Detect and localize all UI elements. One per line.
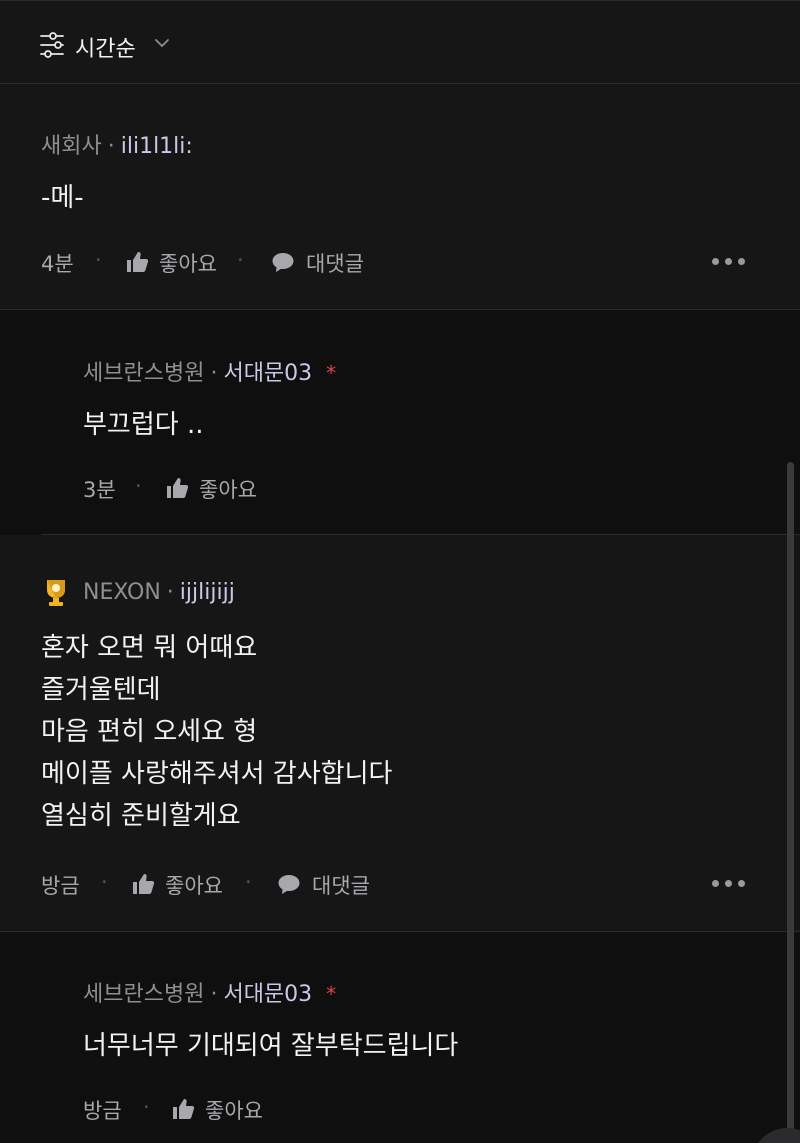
company-name: 세브란스병원 (83, 982, 205, 1007)
separator-dot: · (166, 580, 174, 605)
separator-dot: · (107, 134, 115, 159)
author-star: * (326, 982, 337, 1006)
speech-bubble-icon[interactable] (271, 250, 295, 274)
comment-text: 혼자 오면 뭐 어때요 즐거울텐데 마음 편히 오세요 형 메이플 사랑해주셔서… (41, 633, 393, 831)
comment-author: 새회사 · ili1l1li: (41, 128, 193, 160)
thumbs-up-icon[interactable] (171, 1097, 195, 1121)
like-button[interactable]: 좋아요 (159, 248, 217, 278)
comment-item: NEXON · ijjlijijj 혼자 오면 뭐 어때요 즐거울텐데 마음 편히 … (0, 535, 800, 932)
comment-text: 부끄럽다 .. (83, 410, 204, 440)
separator-dot: · (143, 1095, 150, 1119)
comment-item: 새회사 · ili1l1li: -메- 4분 · 좋아요 · 대댓글 (0, 84, 800, 310)
separator-dot: · (210, 361, 218, 386)
comment-actions: 방금 · 좋아요 · 대댓글 (41, 870, 761, 900)
speech-bubble-icon[interactable] (277, 872, 301, 896)
comment-time: 방금 (41, 874, 80, 898)
more-horizontal-icon[interactable] (712, 880, 746, 890)
sliders-icon (40, 32, 64, 58)
comment-time: 4분 (41, 252, 74, 276)
author-star: * (326, 361, 337, 385)
reply-item: 세브란스병원 · 서대문03 * 부끄럽다 .. 3분 · 좋아요 (0, 310, 800, 535)
comment-actions: 방금 · 좋아요 (83, 1095, 383, 1125)
comment-author: NEXON · ijjlijijj (83, 580, 235, 605)
nickname[interactable]: 서대문03 (223, 361, 312, 386)
trophy-icon (47, 580, 65, 606)
thumbs-up-icon[interactable] (165, 476, 189, 500)
comment-author: 세브란스병원 · 서대문03 * (83, 355, 336, 387)
separator-dot: · (95, 248, 102, 272)
comment-author: 세브란스병원 · 서대문03 * (83, 976, 336, 1008)
company-name: 세브란스병원 (83, 361, 205, 386)
like-button[interactable]: 좋아요 (165, 870, 223, 900)
reply-item: 세브란스병원 · 서대문03 * 너무너무 기대되여 잘부탁드립니다 방금 · 좋아요 (0, 932, 800, 1143)
like-button[interactable]: 좋아요 (199, 474, 257, 504)
comment-actions: 3분 · 좋아요 (83, 474, 383, 504)
comment-text: -메- (41, 183, 84, 213)
thumbs-up-icon[interactable] (131, 872, 155, 896)
sort-label[interactable]: 시간순 (75, 31, 136, 63)
comment-thread: 시간순 새회사 · ili1l1li: -메- 4분 · 좋아요 · 대댓글 세… (0, 0, 800, 1143)
thumbs-up-icon[interactable] (125, 250, 149, 274)
separator-dot: · (245, 870, 252, 894)
like-button[interactable]: 좋아요 (205, 1095, 263, 1125)
more-horizontal-icon[interactable] (712, 258, 746, 268)
nickname[interactable]: 서대문03 (223, 982, 312, 1007)
scrollbar[interactable] (787, 462, 794, 1142)
comment-time: 방금 (83, 1099, 122, 1123)
separator-dot: · (101, 870, 108, 894)
company-name: NEXON (83, 580, 161, 605)
reply-button[interactable]: 대댓글 (312, 870, 370, 900)
chevron-down-icon[interactable] (154, 37, 170, 49)
separator-dot: · (135, 474, 142, 498)
comment-text: 너무너무 기대되여 잘부탁드립니다 (83, 1031, 459, 1061)
comment-actions: 4분 · 좋아요 · 대댓글 (41, 248, 761, 278)
comment-time: 3분 (83, 478, 116, 502)
nickname[interactable]: ili1l1li: (121, 134, 193, 159)
company-name: 새회사 (41, 134, 102, 159)
reply-button[interactable]: 대댓글 (306, 248, 364, 278)
separator-dot: · (237, 248, 244, 272)
nickname[interactable]: ijjlijijj (180, 580, 235, 605)
sort-bar[interactable]: 시간순 (0, 0, 800, 84)
separator-dot: · (210, 982, 218, 1007)
